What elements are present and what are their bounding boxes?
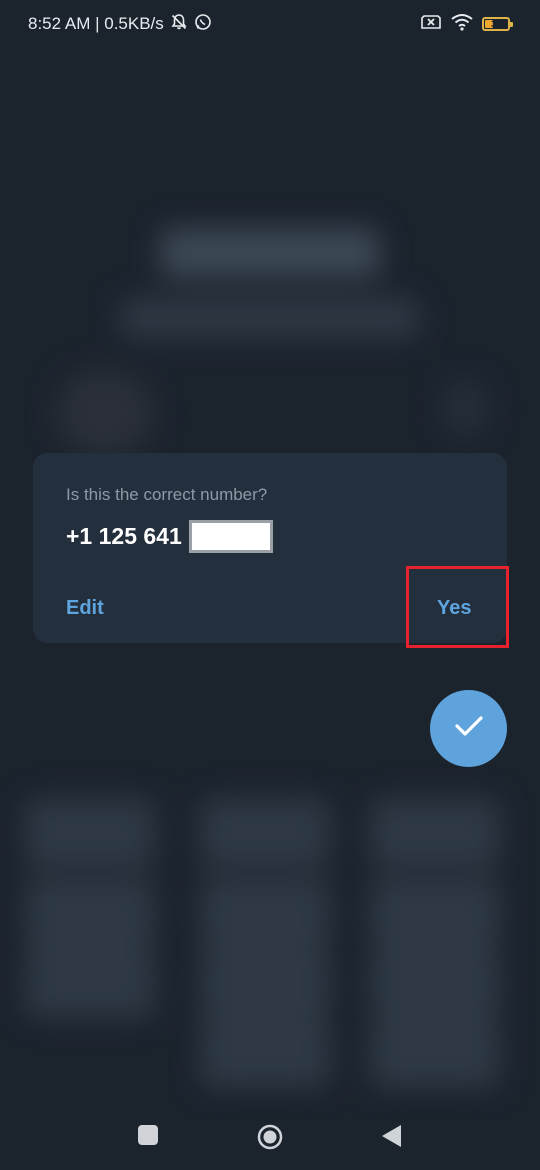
status-time-speed: 8:52 AM | 0.5KB/s bbox=[28, 14, 164, 33]
battery-level: 35 bbox=[490, 19, 501, 29]
battery-icon: 35 bbox=[482, 17, 513, 31]
confirm-number-dialog: Is this the correct number? +1 125 641 E… bbox=[33, 453, 507, 643]
wifi-icon bbox=[450, 13, 474, 36]
navigation-bar bbox=[0, 1100, 540, 1170]
back-button[interactable] bbox=[381, 1124, 403, 1153]
redacted-number-box bbox=[188, 520, 273, 553]
edit-button[interactable]: Edit bbox=[66, 597, 104, 620]
yes-button[interactable]: Yes bbox=[437, 597, 471, 620]
sim-off-icon bbox=[420, 13, 442, 36]
home-circle-icon bbox=[257, 1124, 283, 1155]
status-bar: 8:52 AM | 0.5KB/s 35 bbox=[0, 0, 540, 48]
status-left: 8:52 AM | 0.5KB/s bbox=[28, 13, 212, 36]
status-right: 35 bbox=[420, 13, 513, 36]
check-icon bbox=[454, 714, 484, 743]
dialog-question: Is this the correct number? bbox=[66, 485, 268, 504]
recents-square-icon bbox=[137, 1124, 159, 1151]
back-triangle-icon bbox=[381, 1124, 403, 1153]
phone-number: +1 125 641 bbox=[66, 523, 182, 549]
home-button[interactable] bbox=[257, 1124, 283, 1155]
recents-button[interactable] bbox=[137, 1124, 159, 1151]
phone-number-row: +1 125 641 bbox=[66, 520, 273, 553]
whatsapp-icon bbox=[194, 13, 212, 36]
confirm-fab-button[interactable] bbox=[430, 690, 507, 767]
bell-muted-icon bbox=[170, 13, 188, 36]
